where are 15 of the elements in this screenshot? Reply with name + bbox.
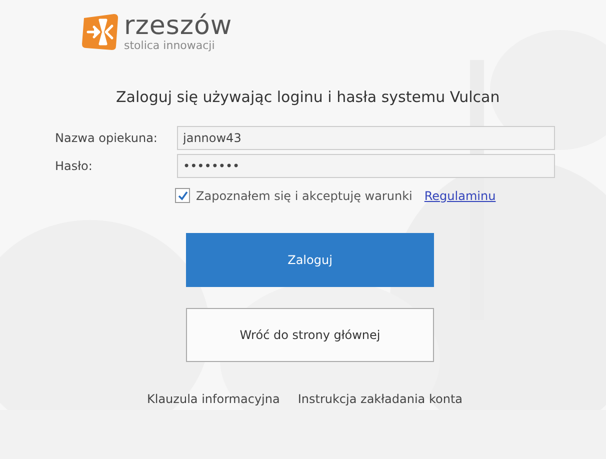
login-button[interactable]: Zaloguj	[186, 233, 434, 287]
field-label: Hasło:	[55, 159, 94, 173]
logo-icon	[80, 12, 120, 52]
footer-link[interactable]: Instrukcja zakładania konta	[298, 392, 463, 406]
heading: Zaloguj się używając loginu i hasła systemu Vulcan	[116, 88, 501, 106]
input-field[interactable]: ••••••••	[177, 154, 555, 178]
terms-link[interactable]: Regulaminu	[424, 188, 496, 202]
logo-name: rzeszów	[124, 12, 232, 38]
checkbox[interactable]	[175, 188, 190, 203]
field-label: Nazwa opiekuna:	[55, 131, 158, 145]
back-button[interactable]: Wróć do strony głównej	[186, 308, 434, 362]
footer-link[interactable]: Klauzula informacyjna	[147, 392, 280, 406]
logo-tagline: stolica innowacji	[124, 38, 216, 52]
terms-text: Zapoznałem się i akceptuję warunki	[196, 188, 412, 202]
input-field[interactable]: jannow43	[177, 126, 555, 150]
